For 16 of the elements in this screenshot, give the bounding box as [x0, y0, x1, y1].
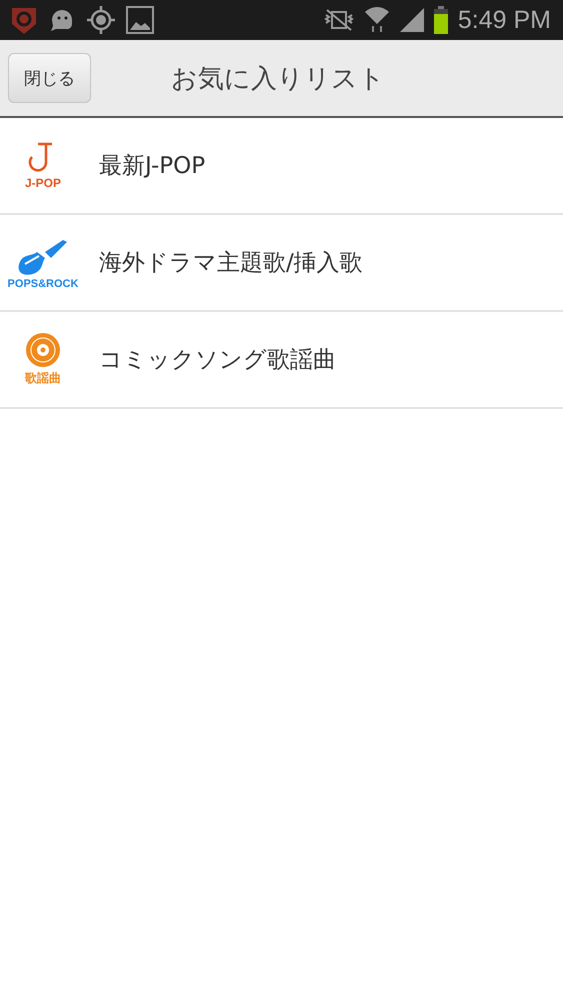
favorite-item-title[interactable]: コミックソング歌謡曲 [99, 344, 336, 375]
genre-label: 歌謡曲 [25, 370, 61, 387]
wifi-icon [364, 6, 390, 34]
clock-time: 5:49 PM [458, 6, 551, 34]
battery-icon [434, 6, 448, 34]
image-icon [126, 6, 154, 34]
genre-label: J-POP [24, 176, 61, 190]
signal-icon [400, 8, 424, 32]
crosshair-icon [86, 5, 116, 35]
favorite-item-title[interactable]: 海外ドラマ主題歌/挿入歌 [99, 247, 363, 278]
favorite-item-title[interactable]: 最新J-POP [99, 150, 206, 181]
genre-label: POPS&ROCK [8, 278, 78, 290]
screen-title: お気に入りリスト [170, 62, 386, 96]
shield-icon [10, 5, 38, 35]
close-button[interactable]: 閉じる [8, 53, 91, 103]
vibrate-mute-icon [324, 9, 354, 31]
